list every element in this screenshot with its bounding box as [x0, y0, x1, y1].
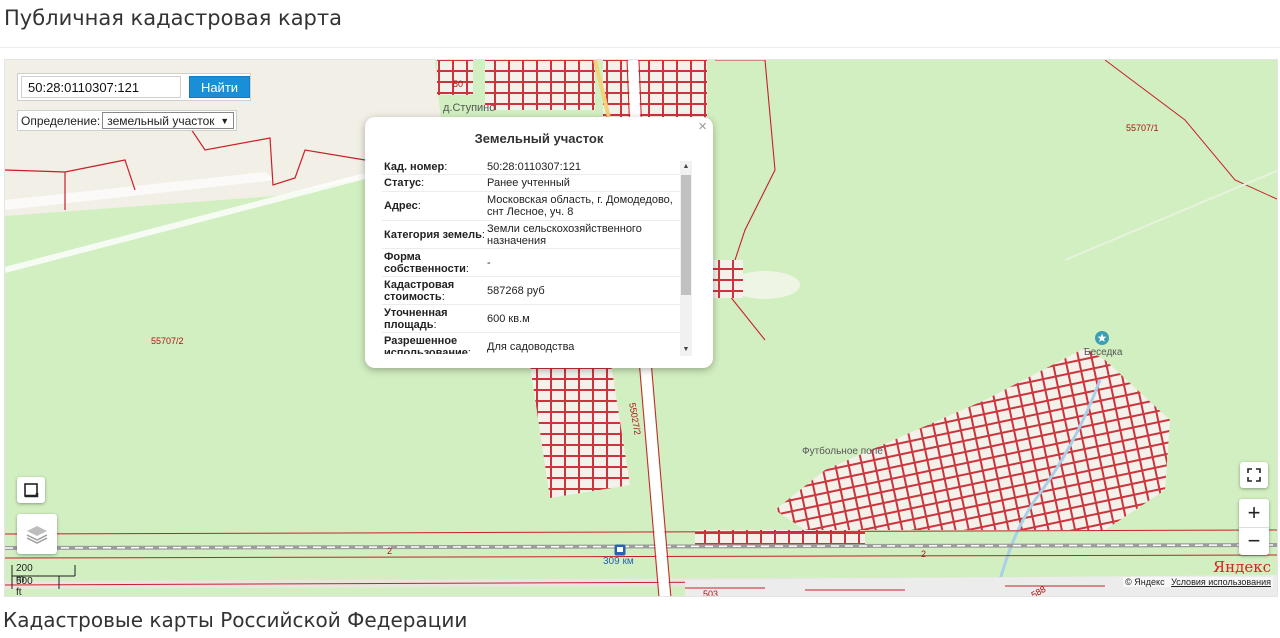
- terms-link[interactable]: Условия использования: [1171, 577, 1271, 587]
- scroll-up-icon[interactable]: ▲: [680, 161, 692, 173]
- info-row-area: Уточненная площадь: 600 кв.м: [382, 305, 691, 333]
- road-label-2-right: 2: [921, 549, 927, 559]
- info-key: Разрешенное использование: [384, 335, 468, 354]
- page-title: Публичная кадастровая карта: [4, 6, 342, 30]
- parcel-label-50: 50: [453, 79, 464, 89]
- village-label: д.Ступино: [443, 102, 496, 114]
- info-value: 587268 руб: [487, 284, 545, 297]
- info-row-address: Адрес: Московская область, г. Домодедово…: [382, 192, 691, 221]
- zoom-control: + −: [1239, 499, 1269, 555]
- parcel-info-popup: × Земельный участок Кад. номер: 50:28:01…: [365, 117, 713, 368]
- info-value: 600 кв.м: [487, 312, 530, 325]
- info-key: Форма собственности: [384, 250, 466, 275]
- popup-title: Земельный участок: [474, 131, 604, 146]
- info-value: Для садоводства: [487, 341, 575, 353]
- copyright-text: © Яндекс: [1125, 577, 1165, 587]
- title-divider: [0, 47, 1280, 48]
- definition-select[interactable]: земельный участок ▼: [102, 112, 235, 129]
- definition-label: Определение:: [21, 113, 101, 128]
- search-button[interactable]: Найти: [189, 76, 250, 98]
- info-value: Ранее учтенный: [487, 177, 570, 189]
- info-key: Статус: [384, 177, 422, 189]
- road-label-2-left: 2: [387, 546, 393, 556]
- scale-feet: 500 ft: [16, 576, 33, 597]
- section-title: Кадастровые карты Российской Федерации: [3, 608, 468, 632]
- yandex-logo: Яндекс: [1212, 558, 1271, 576]
- info-key: Адрес: [384, 200, 418, 212]
- popup-info-table: Кад. номер: 50:28:0110307:121 Статус: Ра…: [382, 159, 691, 354]
- scrollbar-thumb[interactable]: [681, 175, 691, 295]
- rail-station-icon[interactable]: [614, 544, 626, 556]
- info-row-land-category: Категория земель: Земли сельскохозяйстве…: [382, 221, 691, 249]
- info-value: Земли сельскохозяйственного назначения: [487, 222, 642, 247]
- parcel-label-55707-2: 55707/2: [151, 336, 184, 346]
- layers-icon: [26, 526, 48, 544]
- ruler-button[interactable]: [17, 477, 45, 503]
- info-row-permitted-use: Разрешенное использование: Для садоводст…: [382, 333, 691, 354]
- info-row-status: Статус: Ранее учтенный: [382, 175, 691, 192]
- parcel-label-503: 503: [703, 589, 719, 597]
- definition-panel: Определение: земельный участок ▼: [17, 110, 238, 131]
- info-key: Категория земель: [384, 228, 482, 241]
- station-label: 309 км: [603, 556, 634, 567]
- map-copyright: © Яндекс Условия использования: [1123, 577, 1273, 587]
- info-row-cad-number: Кад. номер: 50:28:0110307:121: [382, 159, 691, 175]
- popup-scrollbar[interactable]: ▲ ▼: [680, 161, 692, 356]
- info-value: 50:28:0110307:121: [487, 160, 581, 173]
- fullscreen-button[interactable]: [1240, 462, 1268, 488]
- map-container[interactable]: 55707/1 55707/2 55027/2 50 2 2 503 588 д…: [4, 59, 1278, 597]
- info-key: Уточненная площадь: [384, 306, 448, 331]
- info-key: Кад. номер: [384, 160, 445, 173]
- scroll-down-icon[interactable]: ▼: [680, 344, 692, 356]
- layers-button[interactable]: [17, 514, 57, 554]
- search-panel: Найти: [17, 73, 251, 101]
- football-field-label: Футбольное поле: [802, 446, 883, 457]
- ruler-icon: [24, 483, 39, 498]
- chevron-down-icon: ▼: [220, 115, 230, 126]
- star-poi-icon[interactable]: [1094, 330, 1110, 346]
- gazebo-label: Беседка: [1084, 347, 1123, 358]
- definition-value: земельный участок: [107, 113, 215, 128]
- parcel-label-55707-1: 55707/1: [1126, 123, 1159, 133]
- info-value: Московская область, г. Домодедово, снт Л…: [487, 194, 673, 218]
- info-row-ownership: Форма собственности: -: [382, 249, 691, 277]
- zoom-out-button[interactable]: −: [1239, 527, 1269, 555]
- info-row-cadastral-value: Кадастровая стоимость: 587268 руб: [382, 277, 691, 305]
- zoom-in-button[interactable]: +: [1239, 499, 1269, 528]
- cadastral-search-input[interactable]: [21, 76, 181, 98]
- info-value: -: [487, 256, 491, 269]
- fullscreen-icon: [1247, 468, 1261, 482]
